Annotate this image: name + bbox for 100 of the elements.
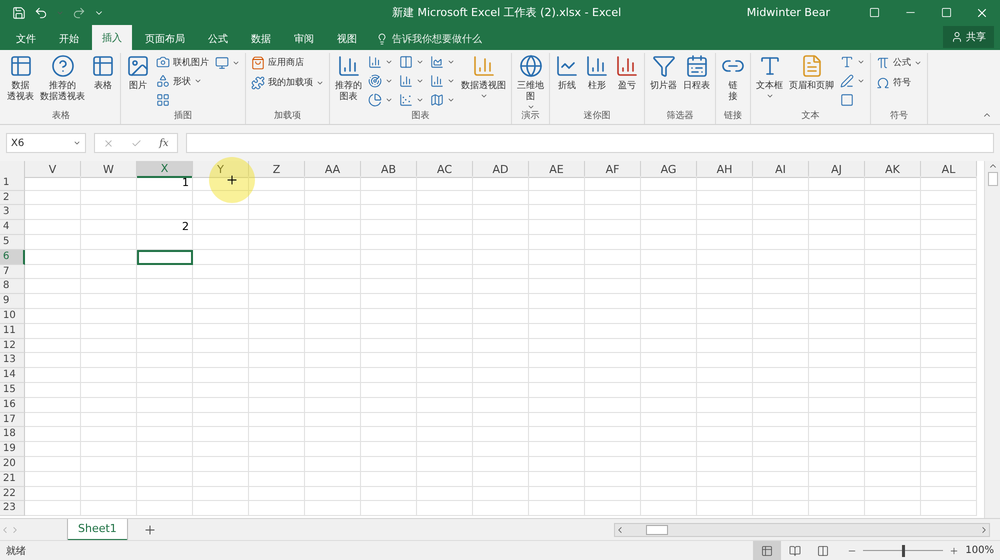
ribbon-tab[interactable]: 公式 (198, 28, 238, 50)
table-cell (921, 442, 977, 457)
zoom-level[interactable]: 100% (965, 545, 994, 556)
column-header[interactable]: W (81, 161, 137, 178)
column-header[interactable]: AI (753, 161, 809, 178)
row-header[interactable]: 5 (0, 234, 25, 250)
table-cell (305, 176, 361, 191)
formula-field[interactable] (186, 133, 994, 153)
ribbon-button[interactable]: 应用商店 (249, 53, 326, 72)
ribbon-button[interactable]: 文本框 (754, 53, 785, 101)
ribbon-button[interactable]: 三维地 图 (515, 53, 546, 112)
table-cell (137, 353, 193, 368)
table-cell (641, 324, 697, 339)
column-header[interactable]: AG (641, 161, 697, 178)
row-header[interactable]: 18 (0, 427, 25, 442)
ribbon-button[interactable]: 链 接 (719, 53, 747, 104)
row-header[interactable]: 19 (0, 442, 25, 457)
ribbon-button[interactable]: 符号 (874, 73, 924, 92)
column-header[interactable]: AD (473, 161, 529, 178)
scroll-thumb[interactable] (988, 172, 998, 186)
row-header[interactable]: 20 (0, 456, 25, 472)
ribbon-button[interactable]: 推荐的 数据透视表 (38, 53, 87, 104)
row-header[interactable]: 9 (0, 294, 25, 309)
ribbon-button[interactable]: 盈亏 (613, 53, 641, 93)
row-header[interactable]: 15 (0, 382, 25, 398)
ribbon-button[interactable]: 联机图片 (154, 53, 211, 71)
row-header[interactable]: 11 (0, 324, 25, 339)
row-header[interactable]: 2 (0, 190, 25, 206)
ribbon-tab[interactable]: 审阅 (284, 28, 324, 50)
ribbon-tab[interactable]: 数据 (241, 28, 281, 50)
ribbon-tab[interactable]: 插入 (92, 25, 132, 50)
ribbon-button[interactable]: 日程表 (681, 53, 712, 93)
row-header[interactable]: 17 (0, 412, 25, 428)
column-header[interactable]: AH (697, 161, 753, 178)
ribbon-button[interactable]: 切片器 (648, 53, 679, 93)
row-header[interactable]: 21 (0, 472, 25, 487)
ribbon-button[interactable]: 数据 透视表 (5, 53, 36, 104)
row-header[interactable]: 12 (0, 338, 25, 354)
row-header[interactable]: 4 (0, 220, 25, 235)
ribbon-tab[interactable]: 文件 (6, 28, 46, 50)
ribbon-button[interactable]: 折线 (553, 53, 581, 93)
ribbon-button[interactable]: 公式 (874, 53, 924, 72)
table-cell (473, 442, 529, 457)
store-icon (251, 56, 265, 70)
view-button[interactable] (753, 540, 782, 560)
scroll-thumb[interactable] (646, 524, 668, 534)
table-cell (753, 294, 809, 309)
table-cell (529, 308, 585, 324)
column-header[interactable]: AA (305, 161, 361, 178)
row-header[interactable]: 22 (0, 486, 25, 502)
row-header[interactable]: 6 (0, 250, 25, 265)
sheet-tab[interactable]: Sheet1 (68, 518, 127, 540)
row-header[interactable]: 7 (0, 264, 25, 280)
name-box[interactable]: X6 (6, 133, 86, 153)
tell-me-field[interactable]: 告诉我你想要做什么 (392, 32, 482, 46)
row-header[interactable]: 14 (0, 368, 25, 383)
ribbon-tab[interactable]: 开始 (49, 28, 89, 50)
table-cell (697, 486, 753, 502)
ribbon-button[interactable]: 表格 (89, 53, 117, 93)
ribbon-tab[interactable]: 视图 (327, 28, 367, 50)
ribbon-button[interactable]: 我的加载项 (249, 73, 326, 92)
column-header[interactable]: AB (361, 161, 417, 178)
column-header[interactable]: AL (921, 161, 977, 178)
table-cell (25, 264, 81, 280)
column-header[interactable]: V (25, 161, 81, 178)
table-cell (305, 220, 361, 235)
table-cell (249, 324, 305, 339)
table-cell (809, 338, 865, 354)
column-header[interactable]: AC (417, 161, 473, 178)
column-header[interactable]: AE (529, 161, 585, 178)
ribbon-tab[interactable]: 页面布局 (135, 28, 195, 50)
row-header[interactable]: 10 (0, 308, 25, 324)
column-header[interactable]: X (137, 161, 193, 178)
save-icon (12, 6, 26, 20)
row-header[interactable]: 23 (0, 501, 25, 516)
ribbon-button[interactable]: 数据透视图 (459, 53, 508, 101)
insert-function-button[interactable]: fx (159, 138, 169, 148)
column-header[interactable]: AJ (809, 161, 865, 178)
table-cell (753, 368, 809, 383)
table-cell (81, 205, 137, 220)
ribbon-button[interactable]: 页眉和页脚 (787, 53, 836, 93)
ribbon-button[interactable]: 柱形 (583, 53, 611, 93)
table-cell (305, 398, 361, 413)
row-header[interactable]: 13 (0, 353, 25, 368)
ribbon-button[interactable]: 图片 (124, 53, 152, 93)
table-cell (25, 501, 81, 516)
row-header[interactable]: 8 (0, 279, 25, 294)
share-button[interactable]: 共享 (943, 26, 994, 48)
column-header[interactable]: AK (865, 161, 921, 178)
row-header[interactable]: 1 (0, 176, 25, 191)
table-cell (921, 368, 977, 383)
row-header[interactable]: 16 (0, 398, 25, 413)
ribbon-button[interactable]: 推荐的 图表 (333, 53, 364, 104)
ribbon-button[interactable]: 形状 (154, 72, 211, 90)
add-in-icon (251, 76, 265, 90)
table-cell (25, 442, 81, 457)
row-header[interactable]: 3 (0, 205, 25, 220)
column-header[interactable]: Z (249, 161, 305, 178)
zoom-thumb[interactable] (902, 544, 906, 556)
column-header[interactable]: AF (585, 161, 641, 178)
